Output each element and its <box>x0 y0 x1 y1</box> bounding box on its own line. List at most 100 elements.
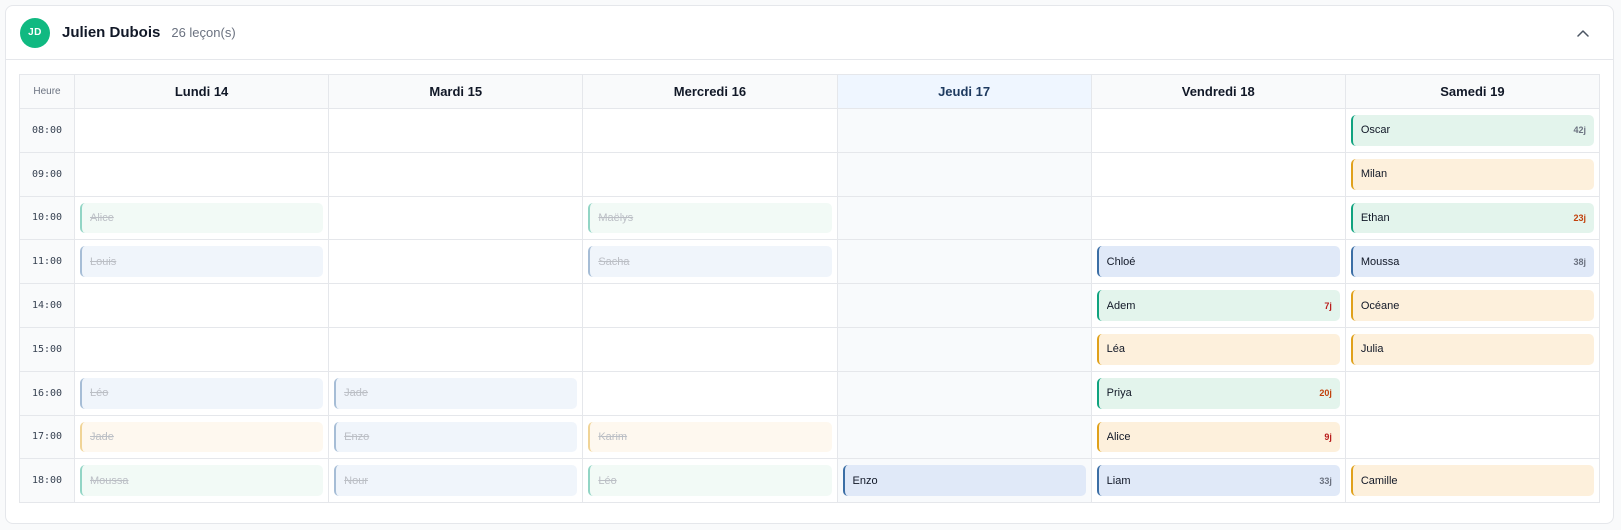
time-slot-cell[interactable]: Priya 20j <box>1091 371 1346 416</box>
lesson-block[interactable]: Enzo <box>334 421 578 453</box>
lesson-block[interactable]: Camille <box>1350 465 1594 497</box>
time-slot-cell[interactable]: Adem 7j <box>1091 284 1346 328</box>
time-slot-cell[interactable] <box>837 152 1092 197</box>
time-slot-cell[interactable] <box>75 284 330 328</box>
time-label: 18:00 <box>20 459 75 504</box>
day-header: Mercredi 16 <box>583 75 838 109</box>
time-slot-cell[interactable]: Enzo <box>837 459 1092 504</box>
time-label: 08:00 <box>20 109 75 153</box>
time-slot-cell[interactable]: Alice <box>75 196 330 241</box>
time-slot-cell[interactable] <box>329 240 584 285</box>
lesson-block[interactable]: Chloé <box>1096 246 1340 278</box>
time-slot-cell[interactable]: Sacha <box>583 240 838 285</box>
lesson-block[interactable]: Liam 33j <box>1096 465 1340 497</box>
time-slot-cell[interactable] <box>837 109 1092 153</box>
time-slot-cell[interactable] <box>329 152 584 197</box>
lesson-block[interactable]: Julia <box>1350 333 1594 365</box>
time-slot-cell[interactable]: Chloé <box>1091 240 1346 285</box>
days-badge: 9j <box>1324 431 1332 442</box>
time-slot-cell[interactable] <box>75 327 330 372</box>
time-label: 15:00 <box>20 327 75 372</box>
student-name: Sacha <box>598 255 630 268</box>
time-slot-cell[interactable] <box>837 196 1092 241</box>
day-header-label: Mardi 15 <box>429 84 483 99</box>
collapse-button[interactable] <box>1573 23 1593 43</box>
student-name: Oscar <box>1360 124 1391 137</box>
lesson-block[interactable]: Louis <box>80 246 324 278</box>
lesson-block[interactable]: Moussa <box>80 465 324 497</box>
time-slot-cell[interactable]: Moussa 38j <box>1345 240 1600 285</box>
lesson-block[interactable]: Océane <box>1350 290 1594 321</box>
days-badge: 38j <box>1573 256 1586 267</box>
student-name: Adem <box>1106 299 1136 312</box>
lesson-block[interactable]: Milan <box>1350 158 1594 190</box>
lesson-block[interactable]: Jade <box>80 421 324 453</box>
time-slot-cell[interactable] <box>583 152 838 197</box>
lesson-block[interactable]: Alice <box>80 202 324 234</box>
lesson-block[interactable]: Nour <box>334 465 578 497</box>
instructor-schedule-card: JD Julien Dubois 26 leçon(s) Heure Lundi … <box>5 5 1614 524</box>
lesson-block[interactable]: Léo <box>588 465 832 497</box>
time-slot-cell[interactable] <box>1091 109 1346 153</box>
time-slot-cell[interactable]: Maëlys <box>583 196 838 241</box>
lesson-block[interactable]: Léa <box>1096 333 1340 365</box>
time-slot-cell[interactable]: Liam 33j <box>1091 459 1346 504</box>
student-name: Alice <box>1106 430 1131 443</box>
lesson-block[interactable]: Moussa 38j <box>1350 246 1594 278</box>
time-slot-cell[interactable] <box>75 152 330 197</box>
time-slot-cell[interactable]: Louis <box>75 240 330 285</box>
time-slot-cell[interactable]: Nour <box>329 459 584 504</box>
time-slot-cell[interactable] <box>583 284 838 328</box>
lesson-block[interactable]: Oscar 42j <box>1350 115 1594 146</box>
time-slot-cell[interactable] <box>329 327 584 372</box>
lesson-block[interactable]: Alice 9j <box>1096 421 1340 453</box>
time-slot-cell[interactable]: Jade <box>75 415 330 460</box>
time-slot-cell[interactable] <box>1345 371 1600 416</box>
time-slot-cell[interactable] <box>1091 152 1346 197</box>
lesson-block[interactable]: Ethan 23j <box>1350 202 1594 234</box>
student-name: Enzo <box>344 430 370 443</box>
time-slot-cell[interactable]: Jade <box>329 371 584 416</box>
time-label: 11:00 <box>20 240 75 285</box>
time-slot-cell[interactable]: Julia <box>1345 327 1600 372</box>
time-slot-cell[interactable] <box>583 327 838 372</box>
time-slot-cell[interactable] <box>837 371 1092 416</box>
lesson-block[interactable]: Jade <box>334 377 578 409</box>
student-name: Liam <box>1106 474 1131 487</box>
time-slot-cell[interactable]: Océane <box>1345 284 1600 328</box>
time-slot-cell[interactable] <box>837 240 1092 285</box>
time-slot-cell[interactable]: Moussa <box>75 459 330 504</box>
time-slot-cell[interactable] <box>583 371 838 416</box>
time-slot-cell[interactable]: Karim <box>583 415 838 460</box>
day-header-label: Samedi 19 <box>1440 84 1505 99</box>
time-slot-cell[interactable] <box>329 196 584 241</box>
time-slot-cell[interactable] <box>583 109 838 153</box>
time-slot-cell[interactable] <box>1345 415 1600 460</box>
lesson-block[interactable]: Karim <box>588 421 832 453</box>
time-slot-cell[interactable]: Enzo <box>329 415 584 460</box>
time-slot-cell[interactable]: Ethan 23j <box>1345 196 1600 241</box>
time-slot-cell[interactable] <box>329 109 584 153</box>
time-slot-cell[interactable] <box>75 109 330 153</box>
time-slot-cell[interactable] <box>837 415 1092 460</box>
time-slot-cell[interactable]: Léo <box>583 459 838 504</box>
lesson-block[interactable]: Sacha <box>588 246 832 278</box>
time-slot-cell[interactable] <box>329 284 584 328</box>
time-slot-cell[interactable]: Léo <box>75 371 330 416</box>
time-slot-cell[interactable]: Alice 9j <box>1091 415 1346 460</box>
day-header: Samedi 19 <box>1345 75 1600 109</box>
lesson-block[interactable]: Priya 20j <box>1096 377 1340 409</box>
hour-header-label: Heure <box>33 86 61 97</box>
time-slot-cell[interactable]: Camille <box>1345 459 1600 504</box>
time-slot-cell[interactable]: Léa <box>1091 327 1346 372</box>
time-slot-cell[interactable]: Milan <box>1345 152 1600 197</box>
time-slot-cell[interactable] <box>1091 196 1346 241</box>
lesson-block[interactable]: Enzo <box>842 465 1086 497</box>
lesson-block[interactable]: Adem 7j <box>1096 290 1340 321</box>
time-slot-cell[interactable] <box>837 284 1092 328</box>
time-slot-cell[interactable] <box>837 327 1092 372</box>
time-slot-cell[interactable]: Oscar 42j <box>1345 109 1600 153</box>
card-header[interactable]: JD Julien Dubois 26 leçon(s) <box>6 6 1613 60</box>
lesson-block[interactable]: Léo <box>80 377 324 409</box>
lesson-block[interactable]: Maëlys <box>588 202 832 234</box>
